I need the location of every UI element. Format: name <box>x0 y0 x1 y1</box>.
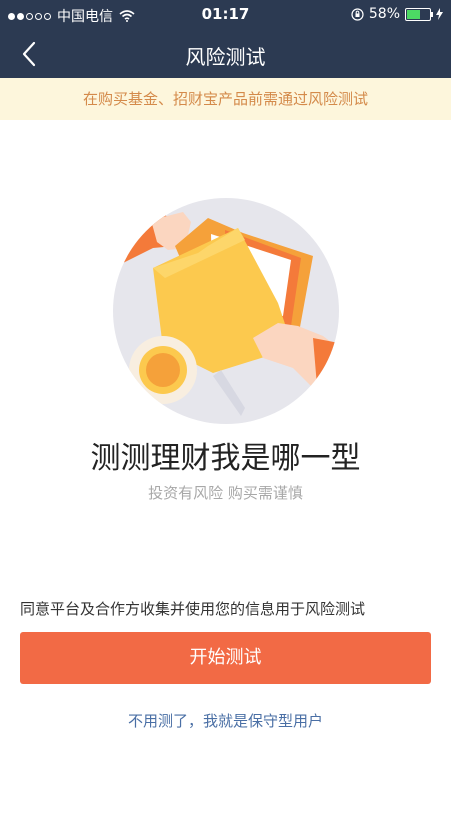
status-bar: 中国电信 01:17 58% <box>0 0 451 30</box>
battery-icon <box>405 7 433 21</box>
folder-illustration <box>113 198 339 424</box>
start-test-button[interactable]: 开始测试 <box>20 632 431 684</box>
charging-bolt-icon <box>436 8 443 20</box>
orientation-lock-icon <box>351 7 364 21</box>
skip-test-link[interactable]: 不用测了，我就是保守型用户 <box>0 710 451 731</box>
main-title: 测测理财我是哪一型 <box>90 441 361 476</box>
status-bar-right: 58% <box>351 6 443 22</box>
page-title: 风险测试 <box>185 45 266 69</box>
battery-percent: 58% <box>368 6 400 22</box>
nav-bar: 风险测试 <box>0 30 451 78</box>
agreement-text: 同意平台及合作方收集并使用您的信息用于风险测试 <box>20 600 366 618</box>
risk-warning: 投资有风险 购买需谨慎 <box>148 484 303 502</box>
battery-level <box>407 9 420 19</box>
notice-banner: 在购买基金、招财宝产品前需通过风险测试 <box>0 78 451 120</box>
